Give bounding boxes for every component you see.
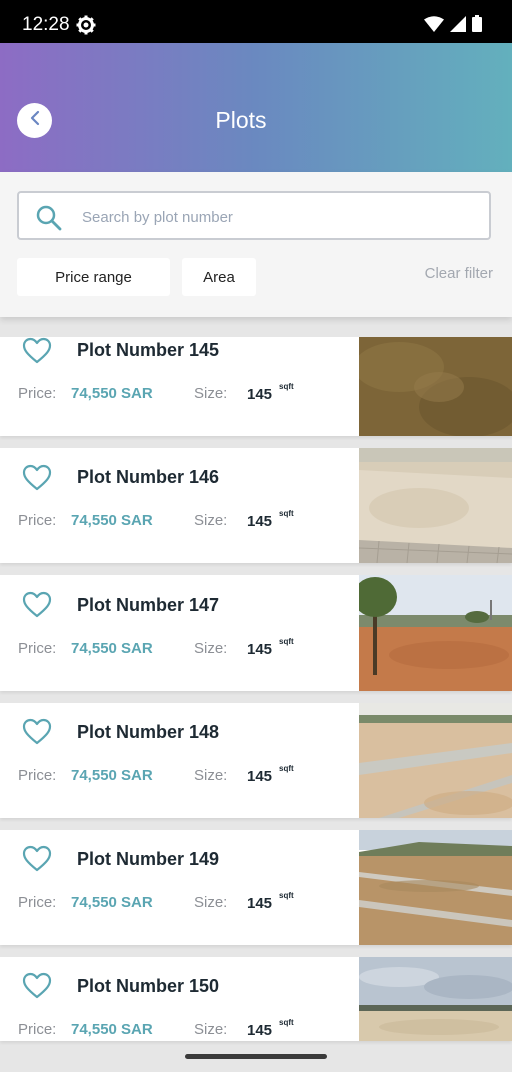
search-box xyxy=(17,191,491,240)
size-unit: sqft xyxy=(279,637,294,646)
cellular-signal-icon xyxy=(450,15,466,37)
size-unit: sqft xyxy=(279,509,294,518)
plot-title: Plot Number 150 xyxy=(77,976,220,996)
price-label: Price: xyxy=(18,640,57,657)
clear-filter-link[interactable]: Clear filter xyxy=(425,265,493,282)
price-label: Price: xyxy=(18,1021,57,1038)
plot-card[interactable]: Plot Number 147 Price: 74,550 SAR Size: … xyxy=(0,575,512,691)
heart-icon[interactable] xyxy=(22,718,52,746)
heart-icon[interactable] xyxy=(22,845,52,873)
size-unit: sqft xyxy=(279,891,294,900)
plot-card[interactable]: Plot Number 149 Price: 74,550 SAR Size: … xyxy=(0,830,512,945)
price-range-filter-button[interactable]: Price range xyxy=(17,258,170,296)
price-value: 74,550 SAR xyxy=(71,385,153,402)
heart-icon[interactable] xyxy=(22,972,52,1000)
wifi-icon xyxy=(424,15,444,37)
plot-title: Plot Number 148 xyxy=(77,722,220,742)
plot-card[interactable]: Plot Number 145 Price: 74,550 SAR Size: … xyxy=(0,337,512,436)
status-time: 12:28 xyxy=(22,14,70,35)
size-label: Size: xyxy=(194,1021,228,1038)
area-filter-button[interactable]: Area xyxy=(182,258,256,296)
size-value: 145 xyxy=(247,641,273,658)
search-icon xyxy=(35,204,63,232)
heart-icon[interactable] xyxy=(22,337,52,365)
size-label: Size: xyxy=(194,385,228,402)
search-input[interactable] xyxy=(80,203,474,231)
size-label: Size: xyxy=(194,640,228,657)
size-value: 145 xyxy=(247,895,273,912)
price-value: 74,550 SAR xyxy=(71,767,153,784)
page-title: Plots xyxy=(215,107,267,133)
size-value: 145 xyxy=(247,513,273,530)
price-label: Price: xyxy=(18,385,57,402)
plot-card[interactable]: Plot Number 146 Price: 74,550 SAR Size: … xyxy=(0,448,512,563)
size-label: Size: xyxy=(194,894,228,911)
price-value: 74,550 SAR xyxy=(71,1021,153,1038)
plot-image xyxy=(359,448,512,563)
price-value: 74,550 SAR xyxy=(71,512,153,529)
app-header: Plots xyxy=(0,43,512,172)
price-label: Price: xyxy=(18,512,57,529)
plot-card[interactable]: Plot Number 150 Price: 74,550 SAR Size: … xyxy=(0,957,512,1041)
heart-icon[interactable] xyxy=(22,591,52,619)
price-value: 74,550 SAR xyxy=(71,894,153,911)
plot-image xyxy=(359,830,512,945)
plot-image xyxy=(359,337,512,436)
size-unit: sqft xyxy=(279,1018,294,1027)
price-label: Price: xyxy=(18,767,57,784)
price-value: 74,550 SAR xyxy=(71,640,153,657)
plot-image xyxy=(359,957,512,1041)
size-value: 145 xyxy=(247,768,273,785)
plot-card[interactable]: Plot Number 148 Price: 74,550 SAR Size: … xyxy=(0,703,512,818)
size-label: Size: xyxy=(194,512,228,529)
filter-panel: Price range Area Clear filter xyxy=(0,172,512,317)
status-bar: 12:28 xyxy=(0,0,512,43)
size-label: Size: xyxy=(194,767,228,784)
plot-image xyxy=(359,575,512,691)
plot-title: Plot Number 146 xyxy=(77,467,220,487)
settings-gear-icon xyxy=(76,15,96,35)
plot-title: Plot Number 149 xyxy=(77,849,220,869)
size-value: 145 xyxy=(247,1022,273,1039)
size-unit: sqft xyxy=(279,764,294,773)
size-value: 145 xyxy=(247,386,273,403)
plot-title: Plot Number 145 xyxy=(77,340,220,360)
plot-image xyxy=(359,703,512,818)
battery-icon xyxy=(472,15,482,37)
home-indicator[interactable] xyxy=(185,1054,327,1059)
size-unit: sqft xyxy=(279,382,294,391)
plot-title: Plot Number 147 xyxy=(77,595,220,615)
heart-icon[interactable] xyxy=(22,464,52,492)
price-label: Price: xyxy=(18,894,57,911)
